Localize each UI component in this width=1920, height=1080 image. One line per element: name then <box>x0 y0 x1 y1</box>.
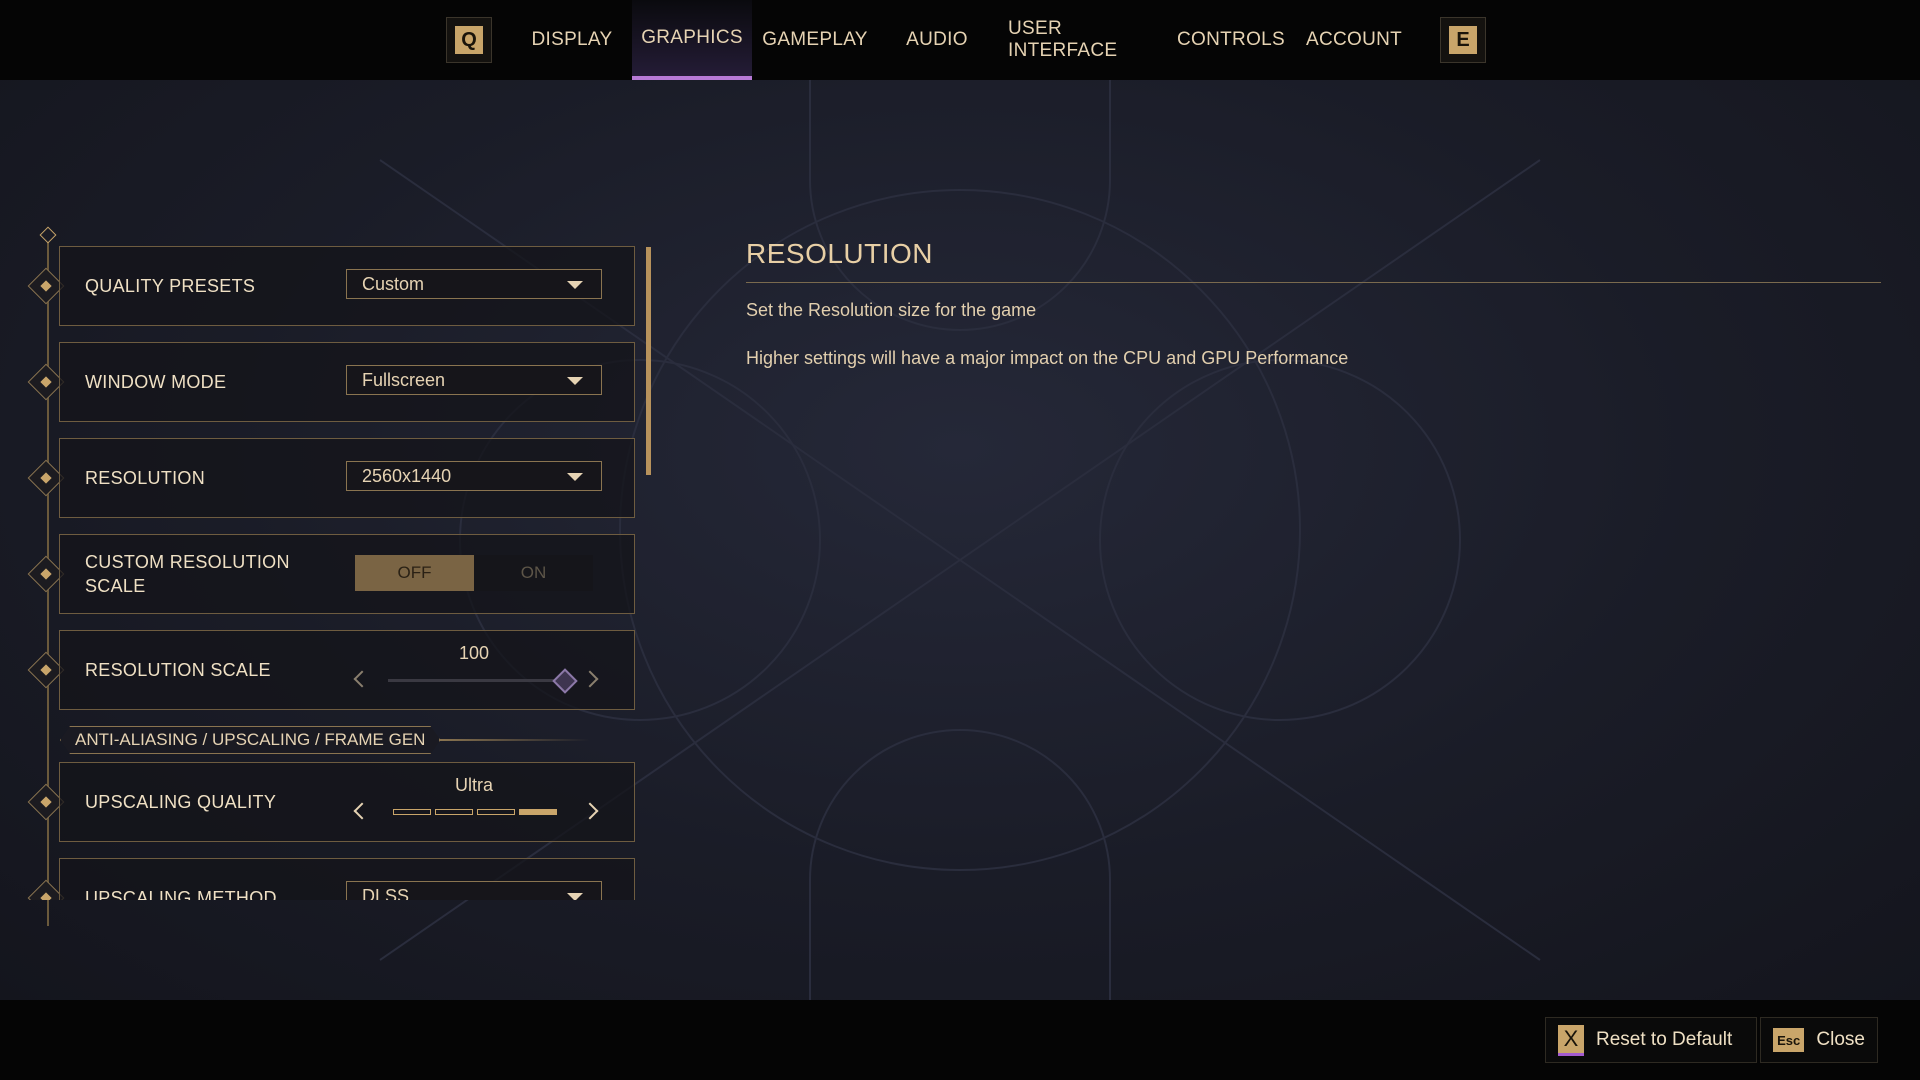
custom-resolution-scale-toggle[interactable]: OFF ON <box>355 555 593 591</box>
resolution-scale-knob[interactable] <box>552 668 578 694</box>
quality-presets-dropdown[interactable]: Custom <box>346 269 602 299</box>
tab-audio[interactable]: AUDIO <box>878 0 996 80</box>
toggle-on-option[interactable]: ON <box>474 555 593 591</box>
upscaling-quality-value: Ultra <box>454 775 493 795</box>
chevron-right-icon[interactable] <box>581 670 599 688</box>
top-navigation-bar: Q DISPLAY GRAPHICS GAMEPLAY AUDIO USER I… <box>0 0 1920 80</box>
resolution-scale-value: 100 <box>458 643 490 663</box>
next-tab-key[interactable]: E <box>1440 17 1486 63</box>
quality-presets-value: Custom <box>362 274 425 294</box>
toggle-off-option[interactable]: OFF <box>355 555 474 591</box>
tab-user-interface[interactable]: USER INTERFACE <box>996 0 1176 80</box>
setting-upscaling-method[interactable]: UPSCALING METHOD DLSS <box>59 858 635 900</box>
tab-account[interactable]: ACCOUNT <box>1286 0 1422 80</box>
reset-to-default-button[interactable]: X Reset to Default <box>1545 1017 1757 1063</box>
close-button[interactable]: Esc Close <box>1760 1017 1878 1063</box>
resolution-scale-label: RESOLUTION SCALE <box>85 660 271 680</box>
q-key-label: Q <box>455 26 483 54</box>
tab-gameplay[interactable]: GAMEPLAY <box>752 0 878 80</box>
tab-display[interactable]: DISPLAY <box>512 0 632 80</box>
chevron-right-icon[interactable] <box>581 802 599 820</box>
section-divider <box>440 739 591 741</box>
chevron-left-icon[interactable] <box>353 670 371 688</box>
close-label: Close <box>1816 1029 1865 1050</box>
upscaling-method-value: DLSS <box>362 886 410 900</box>
level-segment <box>477 809 515 815</box>
info-divider <box>746 282 1881 283</box>
setting-custom-resolution-scale[interactable]: CUSTOM RESOLUTION SCALE OFF ON <box>59 534 635 614</box>
previous-tab-key[interactable]: Q <box>446 17 492 63</box>
custom-resolution-scale-label: CUSTOM RESOLUTION SCALE <box>85 552 290 596</box>
resolution-scale-track[interactable] <box>388 679 563 682</box>
resolution-value: 2560x1440 <box>362 466 452 486</box>
upscaling-quality-level <box>393 809 557 815</box>
esc-key-icon: Esc <box>1773 1028 1805 1052</box>
window-mode-dropdown[interactable]: Fullscreen <box>346 365 602 395</box>
settings-list: QUALITY PRESETS Custom WINDOW MODE Fulls… <box>0 240 660 900</box>
e-key-label: E <box>1449 26 1477 54</box>
settings-scrollbar[interactable] <box>646 247 651 475</box>
chevron-down-icon <box>567 281 583 289</box>
resolution-dropdown[interactable]: 2560x1440 <box>346 461 602 491</box>
section-header: ANTI-ALIASING / UPSCALING / FRAME GEN <box>60 726 591 754</box>
x-key-icon: X <box>1558 1024 1584 1056</box>
chevron-down-icon <box>567 377 583 385</box>
setting-resolution[interactable]: RESOLUTION 2560x1440 <box>59 438 635 518</box>
setting-quality-presets[interactable]: QUALITY PRESETS Custom <box>59 246 635 326</box>
upscaling-method-dropdown[interactable]: DLSS <box>346 881 602 900</box>
chevron-down-icon <box>567 473 583 481</box>
reset-label: Reset to Default <box>1596 1029 1733 1050</box>
setting-window-mode[interactable]: WINDOW MODE Fullscreen <box>59 342 635 422</box>
setting-resolution-scale[interactable]: RESOLUTION SCALE 100 <box>59 630 635 710</box>
level-segment <box>519 809 557 815</box>
level-segment <box>393 809 431 815</box>
settings-tabs: Q DISPLAY GRAPHICS GAMEPLAY AUDIO USER I… <box>446 0 1486 80</box>
window-mode-label: WINDOW MODE <box>85 372 227 392</box>
quality-presets-label: QUALITY PRESETS <box>85 276 256 296</box>
upscaling-method-label: UPSCALING METHOD <box>85 888 277 900</box>
info-performance-note: Higher settings will have a major impact… <box>746 348 1349 368</box>
tab-controls[interactable]: CONTROLS <box>1176 0 1286 80</box>
chevron-left-icon[interactable] <box>353 802 371 820</box>
chevron-down-icon <box>567 893 583 900</box>
section-header-label: ANTI-ALIASING / UPSCALING / FRAME GEN <box>60 726 440 754</box>
upscaling-quality-label: UPSCALING QUALITY <box>85 792 277 812</box>
info-description: Set the Resolution size for the game <box>746 300 1037 320</box>
info-title: RESOLUTION <box>746 238 934 269</box>
level-segment <box>435 809 473 815</box>
window-mode-value: Fullscreen <box>362 370 446 390</box>
setting-upscaling-quality[interactable]: UPSCALING QUALITY Ultra <box>59 762 635 842</box>
resolution-label: RESOLUTION <box>85 468 206 488</box>
tab-graphics[interactable]: GRAPHICS <box>632 0 752 80</box>
